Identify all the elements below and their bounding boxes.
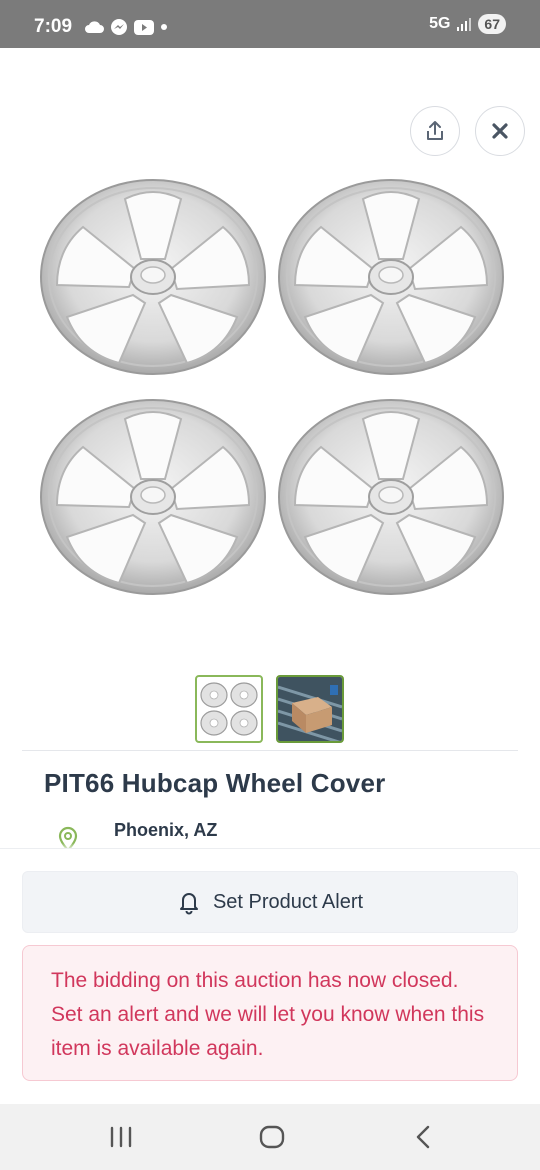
- thumbnail-boxed-item[interactable]: [276, 675, 344, 743]
- status-time: 7:09: [34, 16, 73, 37]
- home-icon[interactable]: [258, 1122, 286, 1152]
- status-right: 5G 67: [429, 14, 506, 34]
- hubcap-set-thumbnail: [200, 682, 258, 736]
- auction-closed-notice: The bidding on this auction has now clos…: [22, 945, 518, 1081]
- close-button[interactable]: [475, 106, 525, 156]
- close-icon: [492, 123, 508, 139]
- dot-icon: [161, 24, 167, 30]
- share-button[interactable]: [410, 106, 460, 156]
- cloud-icon: [85, 21, 104, 33]
- back-icon[interactable]: [412, 1122, 436, 1152]
- location-label: Phoenix, AZ: [114, 820, 218, 840]
- battery-indicator: 67: [478, 14, 506, 34]
- network-label: 5G: [429, 15, 451, 32]
- signal-icon: [457, 18, 472, 31]
- boxed-item-thumbnail: [278, 677, 342, 741]
- thumbnail-hubcap-set[interactable]: [195, 675, 263, 743]
- system-navigation-bar: [0, 1104, 540, 1170]
- status-bar: 7:09 5G 67: [0, 0, 540, 48]
- set-product-alert-label: Set Product Alert: [212, 890, 364, 913]
- status-notification-icons: [84, 18, 168, 36]
- divider: [22, 750, 518, 751]
- thumbnail-strip: [195, 675, 344, 743]
- product-title: PIT66 Hubcap Wheel Cover: [44, 768, 386, 798]
- set-product-alert-button[interactable]: Set Product Alert: [22, 871, 518, 933]
- messenger-icon: [111, 19, 127, 35]
- bell-icon: [179, 893, 198, 915]
- auction-closed-text: The bidding on this auction has now clos…: [51, 969, 485, 1060]
- product-image[interactable]: [30, 170, 510, 610]
- share-icon: [427, 121, 443, 140]
- youtube-icon: [134, 19, 154, 35]
- recent-apps-icon[interactable]: [108, 1122, 134, 1152]
